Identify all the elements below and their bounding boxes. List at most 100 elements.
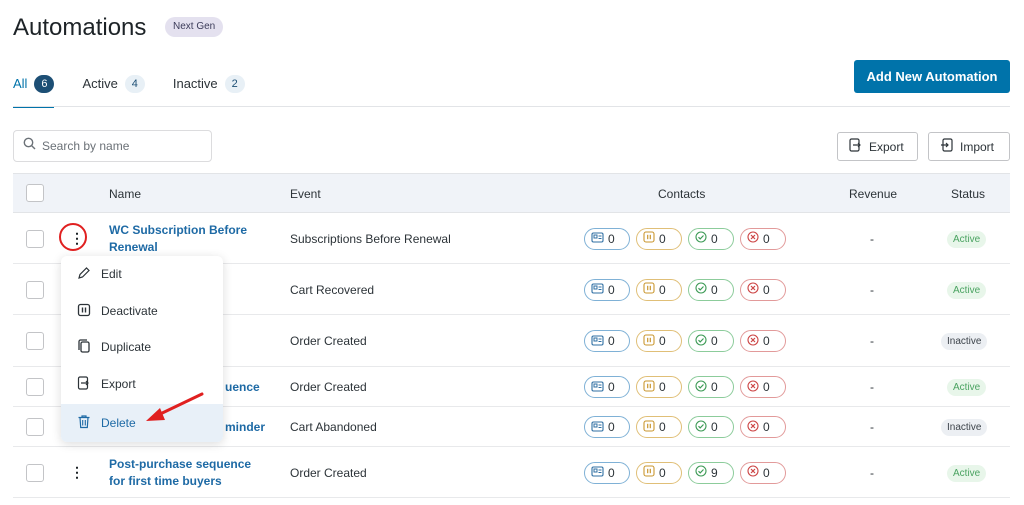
contact-count-pill[interactable]: 0: [636, 330, 682, 352]
contacts-icon: [591, 465, 604, 480]
row-checkbox[interactable]: [26, 332, 44, 350]
automation-name-link[interactable]: Post-purchase sequence for first time buy…: [109, 456, 269, 490]
contact-count-pill[interactable]: 0: [688, 278, 734, 301]
contact-count: 0: [711, 231, 718, 246]
contact-count-pill[interactable]: 9: [688, 461, 734, 484]
menu-item-deactivate[interactable]: Deactivate: [61, 293, 223, 329]
column-revenue: Revenue: [849, 187, 898, 201]
contact-count: 0: [608, 420, 615, 434]
menu-item-label: Deactivate: [101, 304, 158, 318]
contact-count: 0: [711, 420, 718, 434]
event-cell: Order Created: [290, 465, 367, 480]
failed-icon: [747, 419, 759, 435]
failed-icon: [747, 333, 759, 349]
contact-count-pill[interactable]: 0: [740, 278, 786, 301]
pause-icon: [77, 303, 91, 320]
contact-count: 0: [711, 282, 718, 297]
status-badge: Active: [947, 281, 987, 299]
contact-count-pill[interactable]: 0: [584, 278, 630, 301]
contacts-cell: 0 0 0 0: [584, 416, 786, 438]
select-all-checkbox[interactable]: [26, 184, 44, 202]
add-new-automation-button[interactable]: Add New Automation: [854, 60, 1010, 93]
revenue-cell: -: [870, 282, 874, 297]
contact-count-pill[interactable]: 0: [740, 227, 786, 250]
contact-count: 0: [659, 231, 666, 246]
search-icon: [23, 137, 36, 155]
contact-count: 0: [608, 465, 615, 480]
contacts-icon: [591, 420, 604, 435]
automation-name-link[interactable]: WC Subscription Before Renewal: [109, 222, 269, 256]
event-cell: Cart Abandoned: [290, 420, 377, 434]
tab-all[interactable]: All 6: [13, 72, 55, 108]
contact-count: 0: [608, 380, 615, 394]
import-label: Import: [960, 139, 995, 154]
contact-count-pill[interactable]: 0: [688, 330, 734, 352]
contact-count-pill[interactable]: 0: [740, 461, 786, 484]
contact-count-pill[interactable]: 0: [584, 330, 630, 352]
tabs-divider: [13, 106, 1010, 107]
contact-count: 0: [659, 420, 666, 434]
completed-icon: [695, 419, 707, 435]
row-checkbox[interactable]: [26, 378, 44, 396]
contact-count-pill[interactable]: 0: [584, 376, 630, 398]
contact-count-pill[interactable]: 0: [636, 416, 682, 438]
status-badge: Active: [947, 230, 987, 248]
status-badge: Inactive: [941, 419, 988, 436]
contact-count: 0: [608, 334, 615, 348]
contacts-icon: [591, 282, 604, 297]
paused-icon: [643, 419, 655, 435]
row-checkbox[interactable]: [26, 229, 44, 248]
event-cell: Subscriptions Before Renewal: [290, 231, 451, 246]
column-name: Name: [109, 187, 142, 201]
menu-item-duplicate[interactable]: Duplicate: [61, 329, 223, 365]
row-actions-kebab-icon[interactable]: ⋮: [70, 465, 84, 479]
name-line: Renewal: [109, 239, 158, 254]
contact-count-pill[interactable]: 0: [740, 416, 786, 438]
contact-count-pill[interactable]: 0: [584, 227, 630, 250]
contact-count-pill[interactable]: 0: [584, 461, 630, 484]
tab-active[interactable]: Active 4: [82, 72, 145, 106]
export-icon: [849, 138, 862, 155]
column-event: Event: [290, 187, 321, 201]
table-row: ⋮ Post-purchase sequence for first time bu…: [13, 447, 1010, 498]
contact-count: 0: [659, 380, 666, 394]
import-icon: [940, 138, 953, 155]
completed-icon: [695, 333, 707, 349]
contacts-cell: 0 0 0 0: [584, 227, 786, 250]
row-checkbox[interactable]: [26, 280, 44, 299]
paused-icon: [643, 465, 655, 480]
menu-item-edit[interactable]: Edit: [61, 256, 223, 292]
completed-icon: [695, 379, 707, 395]
contact-count-pill[interactable]: 0: [636, 278, 682, 301]
contact-count-pill[interactable]: 0: [636, 461, 682, 484]
search-input[interactable]: [42, 139, 202, 153]
contact-count-pill[interactable]: 0: [584, 416, 630, 438]
revenue-cell: -: [870, 231, 874, 246]
import-button[interactable]: Import: [928, 132, 1010, 161]
status-badge: Active: [947, 464, 987, 482]
tab-inactive[interactable]: Inactive 2: [173, 72, 245, 106]
contact-count-pill[interactable]: 0: [740, 330, 786, 352]
menu-item-label: Duplicate: [101, 340, 152, 354]
paused-icon: [643, 282, 655, 297]
contact-count: 0: [659, 334, 666, 348]
annotation-arrow-icon: [146, 392, 204, 421]
contact-count-pill[interactable]: 0: [688, 416, 734, 438]
row-checkbox[interactable]: [26, 418, 44, 436]
tab-label: Active: [82, 76, 118, 91]
row-checkbox[interactable]: [26, 463, 44, 482]
name-line: uence: [225, 380, 260, 394]
contacts-cell: 0 0 0 0: [584, 278, 786, 301]
revenue-cell: -: [870, 465, 874, 480]
contact-count: 0: [608, 282, 615, 297]
export-icon: [77, 375, 91, 393]
contact-count-pill[interactable]: 0: [636, 227, 682, 250]
contacts-icon: [591, 334, 604, 349]
search-box[interactable]: [13, 130, 212, 162]
contact-count-pill[interactable]: 0: [636, 376, 682, 398]
contact-count-pill[interactable]: 0: [688, 227, 734, 250]
contact-count-pill[interactable]: 0: [740, 376, 786, 398]
contact-count-pill[interactable]: 0: [688, 376, 734, 398]
status-badge: Active: [947, 379, 987, 396]
export-button[interactable]: Export: [837, 132, 918, 161]
